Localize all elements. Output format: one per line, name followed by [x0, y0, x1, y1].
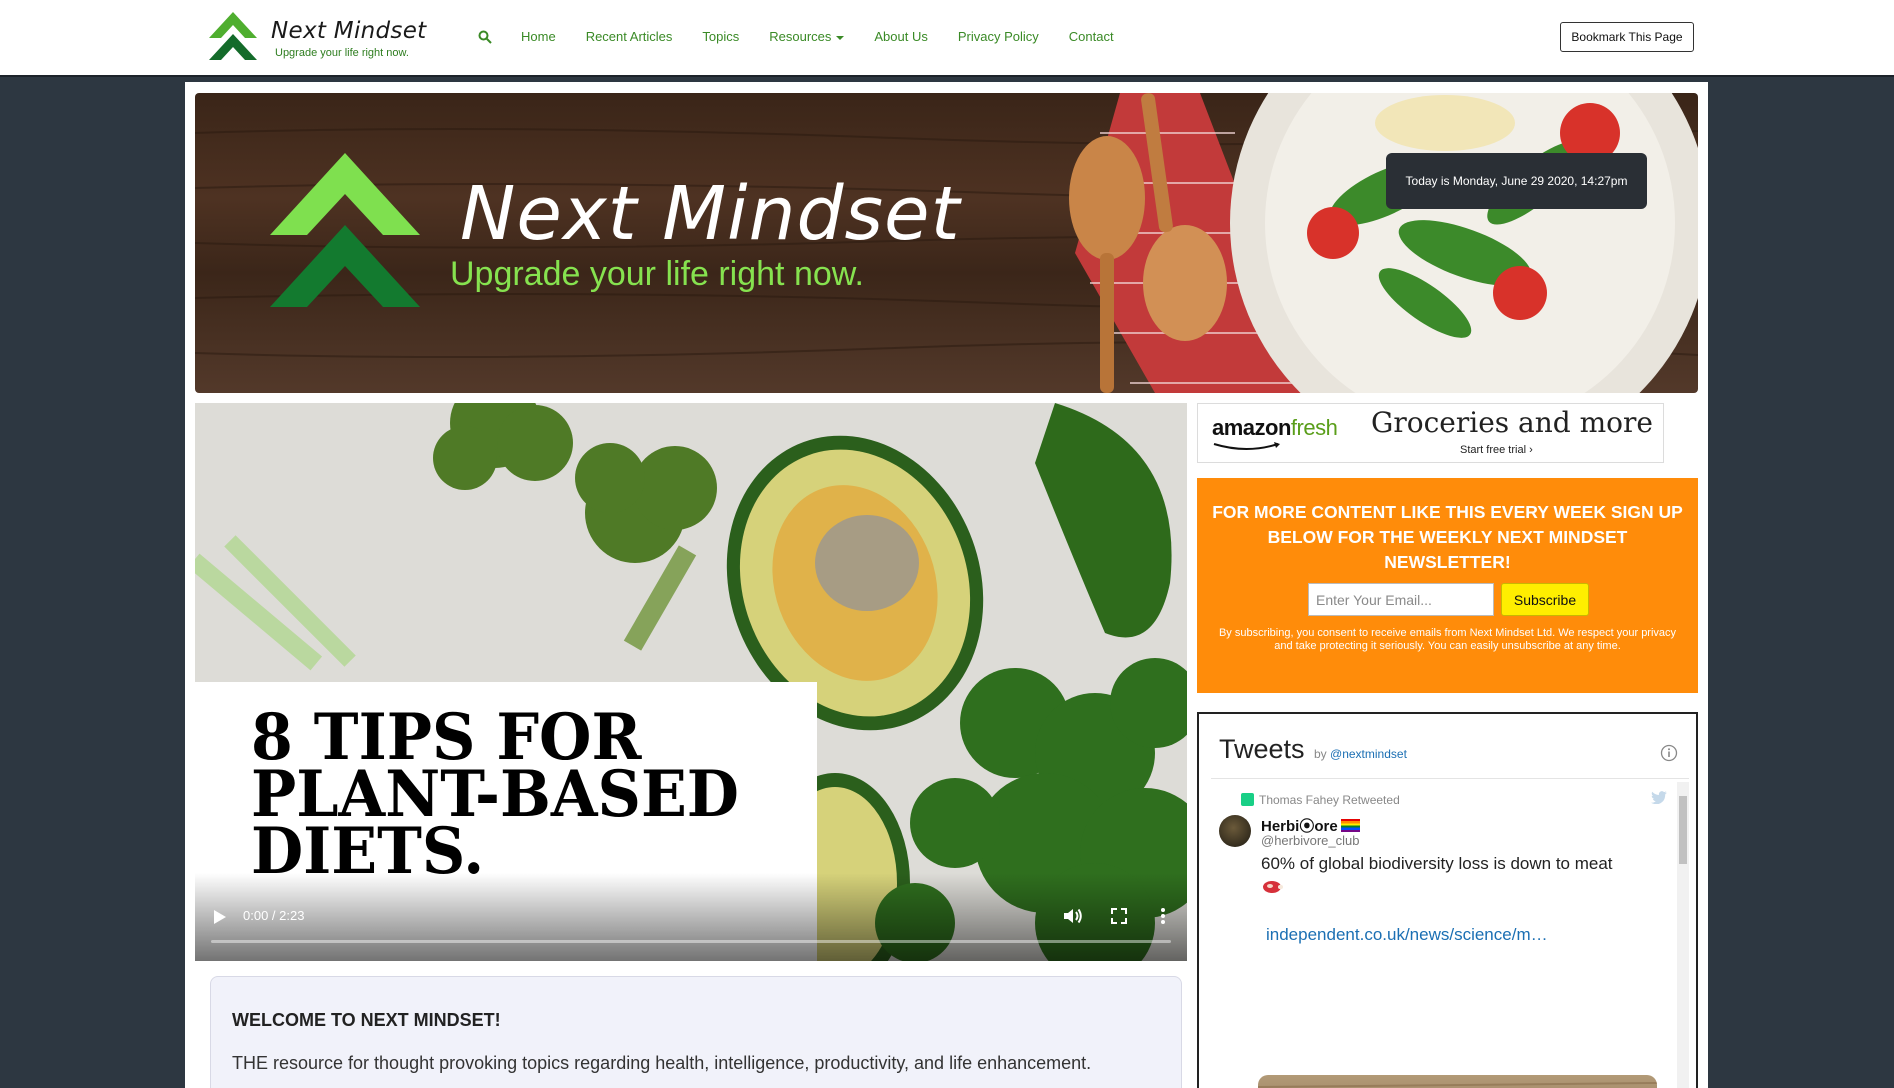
search-icon[interactable] [478, 30, 492, 44]
newsletter-box: FOR MORE CONTENT LIKE THIS EVERY WEEK SI… [1197, 478, 1698, 693]
main-nav: Home Recent Articles Topics Resources Ab… [521, 29, 1114, 44]
nav-about-us[interactable]: About Us [874, 29, 927, 44]
nav-resources[interactable]: Resources [769, 29, 845, 44]
site-logo[interactable]: Next Mindset Upgrade your life right now… [205, 10, 435, 66]
twitter-timeline: Tweets by @nextmindset Thomas Fahey Retw… [1197, 712, 1698, 1088]
play-icon[interactable] [213, 909, 227, 925]
retweet-label: Thomas Fahey Retweeted [1259, 793, 1400, 807]
welcome-body: THE resource for thought provoking topic… [232, 1053, 1092, 1073]
amazon-wordmark: amazon [1212, 415, 1291, 440]
video-player[interactable]: 8 TIPS FOR PLANT-BASED DIETS. 0:00 / 2:2… [195, 403, 1187, 961]
tweets-by-line: by @nextmindset [1314, 747, 1407, 761]
nav-contact[interactable]: Contact [1069, 29, 1114, 44]
chevron-down-icon [836, 35, 845, 40]
email-input[interactable] [1308, 583, 1494, 616]
nav-topics[interactable]: Topics [702, 29, 739, 44]
nav-privacy-policy[interactable]: Privacy Policy [958, 29, 1039, 44]
twitter-bird-icon[interactable] [1651, 791, 1667, 804]
ad-headline: Groceries and more [1371, 406, 1653, 439]
ad-cta[interactable]: Start free trial › [1460, 444, 1533, 456]
harvesters-image [1258, 1082, 1657, 1088]
top-navbar: Next Mindset Upgrade your life right now… [0, 0, 1894, 77]
volume-icon[interactable] [1063, 907, 1083, 925]
tweets-scrollbar[interactable] [1677, 782, 1689, 1088]
newsletter-heading: FOR MORE CONTENT LIKE THIS EVERY WEEK SI… [1212, 502, 1683, 572]
video-controls: 0:00 / 2:23 [195, 873, 1187, 961]
banner-tagline: Upgrade your life right now. [450, 255, 864, 293]
fullscreen-icon[interactable] [1111, 908, 1127, 924]
rainbow-flag-icon [1340, 819, 1360, 832]
bookmark-button[interactable]: Bookmark This Page [1560, 22, 1694, 52]
newsletter-fine-print: By subscribing, you consent to receive e… [1218, 627, 1677, 652]
page-container: Next Mindset Upgrade your life right now… [185, 82, 1708, 1088]
more-options-icon[interactable] [1160, 908, 1166, 924]
tweets-title: Tweets [1219, 734, 1305, 764]
fresh-wordmark: fresh [1290, 415, 1338, 440]
video-headline: 8 TIPS FOR PLANT-BASED DIETS. [251, 700, 739, 889]
avatar[interactable] [1219, 815, 1251, 847]
nav-recent-articles[interactable]: Recent Articles [586, 29, 673, 44]
nav-resources-label: Resources [769, 29, 832, 44]
logo-tagline: Upgrade your life right now. [275, 47, 409, 59]
logo-chevrons-icon [209, 12, 257, 60]
banner-title: Next Mindset [460, 171, 961, 257]
meat-emoji-icon [1263, 881, 1283, 893]
video-progress-bar[interactable] [211, 940, 1171, 943]
nav-home[interactable]: Home [521, 29, 556, 44]
welcome-panel: WELCOME TO NEXT MINDSET! THE resource fo… [210, 976, 1182, 1088]
logo-title: Next Mindset [271, 18, 427, 44]
date-display: Today is Monday, June 29 2020, 14:27pm [1386, 153, 1647, 209]
tweet-link[interactable]: independent.co.uk/news/science/m… [1266, 925, 1548, 945]
retweet-icon [1241, 793, 1254, 806]
amazon-fresh-logo: amazonfresh [1212, 415, 1338, 441]
amazon-fresh-ad[interactable]: amazonfresh Groceries and more Start fre… [1197, 403, 1664, 463]
amazon-smile-icon [1213, 442, 1280, 450]
tweets-scrollbar-thumb[interactable] [1679, 796, 1687, 864]
tweets-divider [1211, 778, 1689, 779]
tweet-text: 60% of global biodiversity loss is down … [1261, 854, 1613, 873]
tweet-author-handle[interactable]: @herbivore_club [1261, 833, 1359, 848]
tweets-handle-link[interactable]: @nextmindset [1330, 747, 1407, 761]
subscribe-button[interactable]: Subscribe [1501, 583, 1589, 616]
welcome-title: WELCOME TO NEXT MINDSET! [232, 1010, 501, 1030]
video-time: 0:00 / 2:23 [243, 908, 305, 923]
tweets-by-prefix: by [1314, 747, 1327, 761]
info-icon[interactable] [1660, 744, 1678, 762]
tweet-media-image[interactable] [1258, 1075, 1657, 1088]
hero-banner: Next Mindset Upgrade your life right now… [195, 93, 1698, 393]
